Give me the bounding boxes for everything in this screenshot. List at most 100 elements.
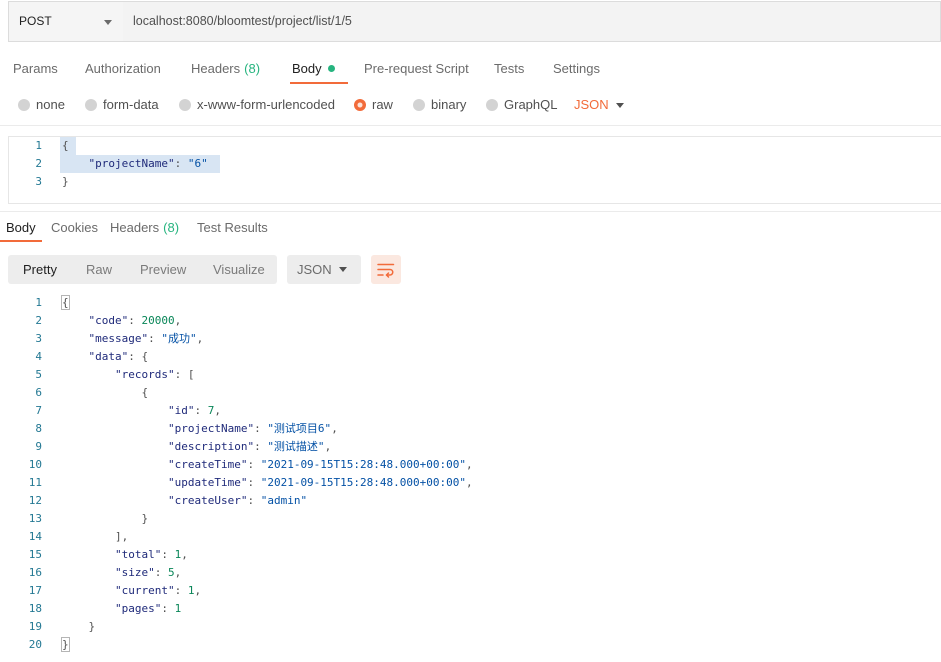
- tab-label: Test Results: [197, 220, 268, 235]
- radio-label: binary: [431, 97, 467, 112]
- response-tab-test-results[interactable]: Test Results: [197, 218, 268, 238]
- json-key-token: "pages": [114, 602, 162, 615]
- radio-circle-icon: [85, 99, 97, 111]
- url-input[interactable]: localhost:8080/bloomtest/project/list/1/…: [123, 1, 941, 42]
- json-string-token: "测试项目6": [267, 422, 332, 435]
- response-code-line: 7 "id": 7,: [0, 402, 941, 420]
- line-number: 9: [35, 440, 42, 453]
- json-string-token: "成功": [161, 332, 197, 345]
- json-punctuation-token: :: [247, 458, 255, 471]
- code-text: ],: [62, 528, 128, 546]
- json-key-token: "updateTime": [167, 476, 248, 489]
- tab-authorization[interactable]: Authorization: [85, 59, 161, 79]
- tab-label: Headers: [191, 61, 241, 76]
- code-text: "description": "测试描述",: [62, 438, 331, 456]
- json-punctuation-token: ,: [174, 566, 182, 579]
- code-text: "pages": 1: [62, 600, 181, 618]
- line-number: 2: [35, 157, 42, 170]
- request-code-area[interactable]: 1{2 "projectName": "6" 3}: [0, 137, 941, 191]
- json-punctuation-token: {: [141, 350, 149, 363]
- line-number: 3: [35, 175, 42, 188]
- line-number: 20: [28, 638, 42, 651]
- line-number: 8: [35, 422, 42, 435]
- tab-headers[interactable]: Headers (8): [191, 59, 260, 79]
- json-punctuation-token: :: [154, 566, 162, 579]
- tab-settings[interactable]: Settings: [553, 59, 600, 79]
- json-punctuation-token: :: [247, 476, 255, 489]
- method-select[interactable]: POST: [8, 1, 124, 42]
- code-text: "code": 20000,: [62, 312, 182, 330]
- wrap-lines-button[interactable]: [371, 255, 401, 284]
- response-code-line: 16 "size": 5,: [0, 564, 941, 582]
- code-text: "createUser": "admin": [62, 492, 307, 510]
- method-label: POST: [19, 14, 52, 28]
- json-string-token: "2021-09-15T15:28:48.000+00:00": [260, 476, 467, 489]
- json-key-token: "id": [167, 404, 195, 417]
- json-punctuation-token: :: [161, 548, 168, 561]
- line-number: 12: [28, 494, 42, 507]
- radio-circle-icon: [18, 99, 30, 111]
- view-mode-pretty[interactable]: Pretty: [23, 255, 57, 284]
- response-code-line: 13 }: [0, 510, 941, 528]
- headers-count-badge: (8): [244, 61, 261, 76]
- json-key-token: "total": [114, 548, 162, 561]
- tab-body[interactable]: Body: [292, 59, 335, 79]
- json-key-token: "projectName": [167, 422, 255, 435]
- code-text: {: [60, 137, 76, 155]
- line-number: 1: [35, 139, 42, 152]
- response-tab-body[interactable]: Body: [6, 218, 36, 238]
- response-code-line: 5 "records": [: [0, 366, 941, 384]
- json-punctuation-token: :: [148, 332, 155, 345]
- tab-label: Body: [6, 220, 36, 235]
- response-format-select[interactable]: JSON: [287, 255, 361, 284]
- active-tab-indicator: [290, 82, 348, 84]
- line-number: 7: [35, 404, 42, 417]
- response-code-line: 8 "projectName": "测试项目6",: [0, 420, 941, 438]
- tab-params[interactable]: Params: [13, 59, 58, 79]
- code-text: "updateTime": "2021-09-15T15:28:48.000+0…: [62, 474, 473, 492]
- view-mode-raw[interactable]: Raw: [86, 255, 112, 284]
- json-key-token: "createUser": [167, 494, 248, 507]
- tab-label: Tests: [494, 61, 525, 76]
- view-mode-visualize[interactable]: Visualize: [213, 255, 265, 284]
- json-number-token: 5: [167, 566, 175, 579]
- request-code-line: 1{: [0, 137, 941, 155]
- response-code-line: 6 {: [0, 384, 941, 402]
- code-text: "projectName": "测试项目6",: [62, 420, 338, 438]
- code-text: }: [62, 510, 148, 528]
- json-punctuation-token: {: [61, 295, 70, 310]
- tab-label: Headers: [110, 220, 160, 235]
- code-text: "id": 7,: [62, 402, 221, 420]
- url-text: localhost:8080/bloomtest/project/list/1/…: [133, 14, 352, 28]
- code-text: {: [61, 294, 70, 312]
- json-punctuation-token: :: [174, 368, 182, 381]
- code-text: "createTime": "2021-09-15T15:28:48.000+0…: [62, 456, 473, 474]
- response-code-line: 4 "data": {: [0, 348, 941, 366]
- response-tab-headers[interactable]: Headers (8): [110, 218, 179, 238]
- format-label: JSON: [297, 262, 332, 277]
- request-url-bar: POST localhost:8080/bloomtest/project/li…: [8, 1, 941, 42]
- view-mode-preview[interactable]: Preview: [140, 255, 186, 284]
- response-code-line: 3 "message": "成功",: [0, 330, 941, 348]
- response-tab-cookies[interactable]: Cookies: [51, 218, 98, 238]
- json-key-token: "size": [114, 566, 155, 579]
- json-key-token: "createTime": [167, 458, 248, 471]
- response-code-line: 19 }: [0, 618, 941, 636]
- response-code-line: 15 "total": 1,: [0, 546, 941, 564]
- radio-label: form-data: [103, 97, 159, 112]
- code-text: }: [62, 173, 69, 191]
- json-punctuation-token: ,: [181, 548, 188, 561]
- json-string-token: "测试描述": [267, 440, 325, 453]
- response-code-line: 1{: [0, 294, 941, 312]
- json-key-token: "records": [114, 368, 175, 381]
- body-format-select[interactable]: JSON: [574, 97, 626, 113]
- tab-tests[interactable]: Tests: [494, 59, 524, 79]
- code-text: }: [62, 618, 96, 636]
- json-key-token: "current": [114, 584, 175, 597]
- active-tab-indicator: [0, 240, 42, 242]
- chevron-down-icon: [104, 20, 112, 25]
- json-punctuation-token: }: [61, 637, 70, 652]
- radio-label: GraphQL: [504, 97, 558, 112]
- tab-pre-request-script[interactable]: Pre-request Script: [364, 59, 469, 79]
- line-number: 6: [35, 386, 42, 399]
